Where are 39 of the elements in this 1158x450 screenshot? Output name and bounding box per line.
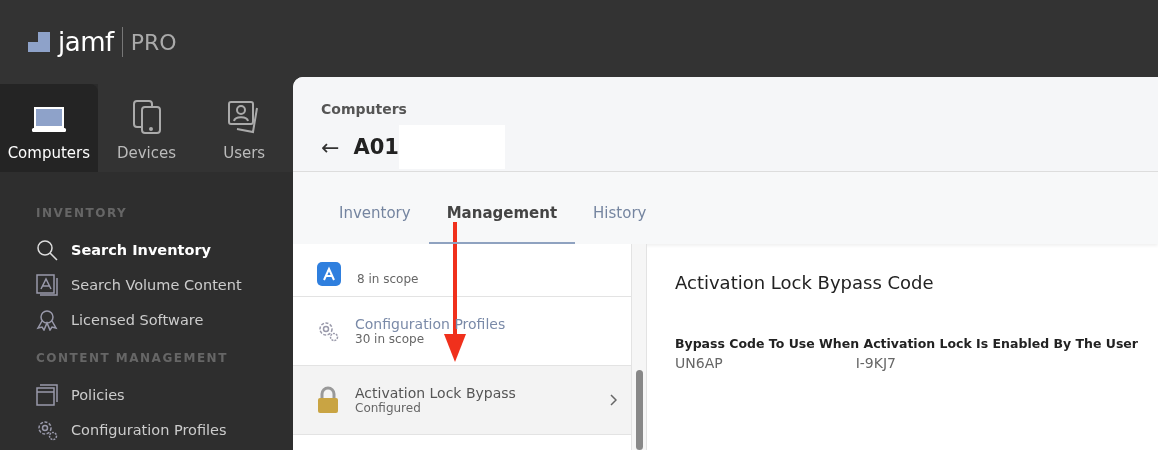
list-row[interactable]: Activation Lock Bypass Configured xyxy=(293,366,631,435)
product-name: PRO xyxy=(130,29,177,55)
brand-name: jamf xyxy=(58,27,114,57)
window-icon xyxy=(36,383,58,406)
nav-tab[interactable]: Devices xyxy=(97,84,196,172)
sidebar-item[interactable]: Search Inventory xyxy=(36,232,293,267)
sidebar-item[interactable]: Search Volume Content xyxy=(36,267,293,302)
breadcrumb: Computers xyxy=(321,101,408,117)
record-title: A01 xyxy=(353,135,399,159)
tab[interactable]: Inventory xyxy=(321,204,429,244)
nav-tab[interactable]: Users xyxy=(195,84,293,172)
scrollbar[interactable] xyxy=(631,244,647,450)
section-heading: INVENTORY xyxy=(36,206,129,220)
padlock-icon xyxy=(317,386,339,414)
detail-title: Activation Lock Bypass Code xyxy=(675,272,935,293)
chevron-right-icon xyxy=(609,394,617,406)
gear-icon xyxy=(317,320,339,342)
nav-tab[interactable]: Computers xyxy=(0,84,98,172)
row-title: Activation Lock Bypass xyxy=(355,385,516,401)
ribbon-icon xyxy=(36,308,58,331)
field-value: I-9KJ7 xyxy=(855,355,896,371)
row-subtitle: Configured xyxy=(355,401,422,415)
back-button[interactable]: ← xyxy=(321,134,340,160)
gear-icon xyxy=(36,418,58,441)
tab[interactable]: History xyxy=(575,204,665,244)
search-icon xyxy=(36,238,58,261)
section-heading: CONTENT MANAGEMENT xyxy=(36,351,229,365)
sidebar-item[interactable]: Configuration Profiles xyxy=(36,412,293,447)
field-label: Bypass Code To Use When Activation Lock Is Enabled By The User xyxy=(675,336,1139,351)
phone-icon xyxy=(131,100,162,134)
sidebar-item[interactable]: Policies xyxy=(36,377,293,412)
field-value: UN6AP xyxy=(675,355,723,371)
sidebar-item[interactable]: Licensed Software xyxy=(36,302,293,337)
row-subtitle: 30 in scope xyxy=(355,332,426,346)
row-subtitle: 8 in scope xyxy=(357,272,420,286)
app-folder-icon xyxy=(36,273,58,296)
app-store-icon xyxy=(317,262,341,286)
laptop-icon xyxy=(30,106,67,134)
logo-icon xyxy=(28,32,50,52)
